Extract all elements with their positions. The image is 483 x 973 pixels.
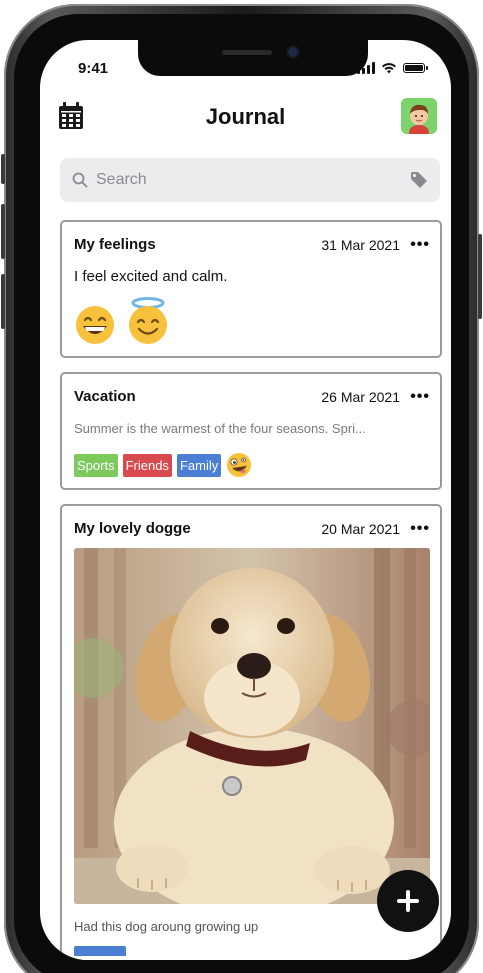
zany-face-icon [227, 453, 252, 477]
app-header: Journal [40, 96, 451, 140]
tag-list: Sports Friends Family [74, 452, 252, 478]
phone-frame: 9:41 Journal Search My feelings 31 Mar 2… [1, 4, 482, 973]
boy-avatar-icon [401, 98, 437, 134]
entry-photo[interactable] [74, 548, 430, 904]
tag-family[interactable]: Family [176, 453, 222, 477]
status-icons [357, 62, 428, 74]
battery-icon [403, 63, 428, 73]
screenshot: 9:41 Journal Search My feelings 31 Mar 2… [0, 0, 483, 973]
front-camera [288, 47, 298, 57]
grinning-face-icon [76, 306, 114, 344]
add-entry-button[interactable] [377, 870, 439, 932]
entry-title: Vacation [74, 388, 136, 405]
notch [138, 40, 368, 76]
entry-date: 20 Mar 2021 [321, 521, 400, 537]
avatar[interactable] [401, 98, 437, 134]
tag-friends[interactable]: Friends [122, 453, 172, 477]
more-options-button[interactable]: ••• [410, 236, 430, 254]
speaker [222, 50, 272, 55]
search-input[interactable] [94, 170, 398, 190]
more-options-button[interactable]: ••• [410, 520, 430, 538]
search-icon [72, 172, 88, 188]
tag-icon[interactable] [410, 171, 428, 189]
entry-date: 31 Mar 2021 [321, 237, 400, 253]
cellular-signal-icon [357, 62, 375, 74]
page-title: Journal [205, 104, 286, 129]
entry-text: I feel excited and calm. [74, 268, 228, 285]
entry-title: My lovely dogge [74, 520, 191, 537]
power-button [478, 234, 482, 319]
entry-date: 26 Mar 2021 [321, 389, 400, 405]
entry-title: My feelings [74, 236, 156, 253]
wifi-icon [382, 63, 396, 74]
journal-entry-card[interactable]: Vacation 26 Mar 2021 ••• Summer is the w… [60, 372, 442, 490]
puppy-photo-image [74, 548, 430, 904]
plus-icon [397, 890, 419, 912]
volume-down-button [1, 274, 5, 329]
mute-switch [1, 154, 5, 184]
volume-up-button [1, 204, 5, 259]
tag-sports[interactable]: Sports [74, 453, 118, 477]
entry-caption: Had this dog aroung growing up [74, 919, 259, 934]
tag-chip-partial [74, 946, 126, 956]
search-bar[interactable] [60, 158, 440, 202]
entry-snippet: Summer is the warmest of the four season… [74, 421, 366, 436]
app-screen: 9:41 Journal Search My feelings 31 Mar 2… [40, 40, 451, 960]
status-time: 9:41 [78, 60, 109, 77]
smiling-face-with-halo-icon [129, 297, 167, 344]
journal-entry-card[interactable]: My feelings 31 Mar 2021 ••• I feel excit… [60, 220, 442, 358]
more-options-button[interactable]: ••• [410, 388, 430, 406]
